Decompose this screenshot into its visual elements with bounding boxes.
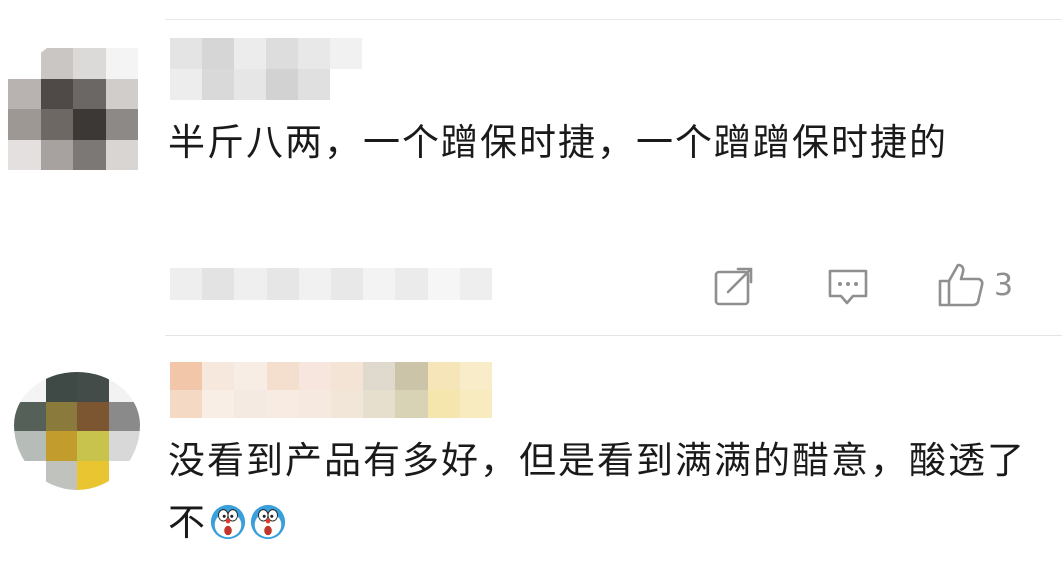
avatar[interactable] <box>8 48 138 170</box>
reply-icon <box>828 269 868 305</box>
username-pixelated[interactable] <box>170 38 362 100</box>
comment-item: 半斤八两，一个蹭保时捷，一个蹭蹭保时捷的 3 <box>0 0 1062 336</box>
doraemon-emoji-icon <box>250 504 286 540</box>
reply-button[interactable] <box>826 266 870 308</box>
like-count: 3 <box>994 267 1014 303</box>
doraemon-emoji-icon <box>210 504 246 540</box>
username-pixelated[interactable] <box>170 362 492 418</box>
like-icon <box>938 263 984 307</box>
comment-text-content: 没看到产品有多好，但是看到满满的醋意，酸透了不 <box>168 439 1026 544</box>
comment-meta-pixelated <box>170 268 493 300</box>
comment-text: 半斤八两，一个蹭保时捷，一个蹭蹭保时捷的 <box>168 121 948 164</box>
share-icon <box>714 267 753 306</box>
share-button[interactable] <box>712 264 756 308</box>
like-button[interactable]: 3 <box>936 260 1031 310</box>
comment-text: 没看到产品有多好，但是看到满满的醋意，酸透了不 <box>168 430 1038 554</box>
